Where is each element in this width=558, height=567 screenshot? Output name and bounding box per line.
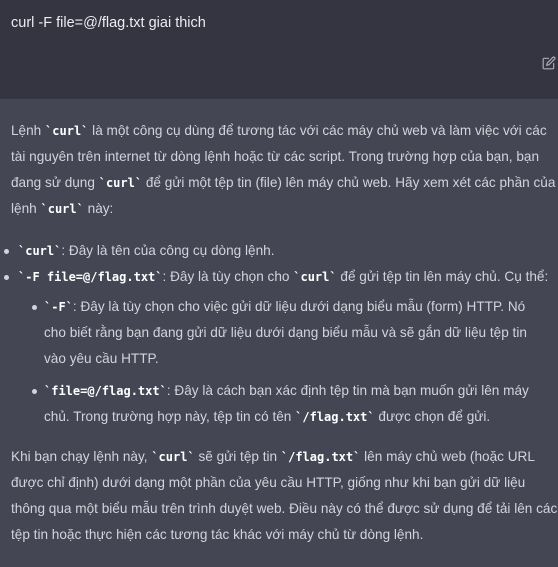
- inline-code: curl: [18, 244, 61, 258]
- inline-code: -F file=@/flag.txt: [18, 270, 163, 284]
- text: : Đây là tùy chọn cho: [162, 269, 294, 284]
- inline-code: curl: [151, 450, 194, 464]
- bullet-list: curl: Đây là tên của công cụ dòng lệnh. …: [4, 238, 558, 430]
- text: sẽ gửi tệp tin: [194, 449, 281, 464]
- inline-code: curl: [293, 270, 336, 284]
- inline-code: file=@/flag.txt: [44, 384, 167, 398]
- inline-code: curl: [40, 202, 83, 216]
- inline-code: /flag.txt: [281, 450, 361, 464]
- inline-code: -F: [44, 300, 73, 314]
- answer-summary-paragraph: Khi bạn chạy lệnh này, curl sẽ gửi tệp t…: [11, 444, 558, 548]
- text: được chọn để gửi.: [374, 409, 491, 424]
- list-item-file-arg: file=@/flag.txt: Đây là cách bạn xác địn…: [32, 378, 532, 430]
- inline-code: curl: [99, 176, 142, 190]
- text: để gửi tệp tin lên máy chủ. Cụ thể:: [336, 269, 549, 284]
- text: Lệnh: [11, 123, 46, 138]
- user-message: curl -F file=@/flag.txt giai thich: [0, 0, 558, 99]
- list-item-option: -F file=@/flag.txt : Đây là tùy chọn cho …: [4, 264, 550, 430]
- answer-intro-paragraph: Lệnh curl là một công cụ dùng để tương t…: [11, 118, 558, 222]
- user-message-text: curl -F file=@/flag.txt giai thich: [11, 15, 206, 31]
- sub-bullet-list: -F: Đây là tùy chọn cho việc gửi dữ liệu…: [18, 294, 550, 430]
- edit-icon[interactable]: [542, 56, 556, 70]
- text: : Đây là tùy chọn cho việc gửi dữ liệu d…: [44, 299, 527, 366]
- text: Khi bạn chạy lệnh này,: [11, 449, 152, 464]
- assistant-answer: Lệnh curl là một công cụ dùng để tương t…: [4, 118, 558, 548]
- list-item-curl: curl: Đây là tên của công cụ dòng lệnh.: [4, 238, 558, 264]
- text: : Đây là tên của công cụ dòng lệnh.: [61, 243, 275, 258]
- inline-code: curl: [45, 124, 88, 138]
- text: này:: [83, 201, 114, 216]
- list-item-form-flag: -F: Đây là tùy chọn cho việc gửi dữ liệu…: [32, 294, 550, 372]
- inline-code: /flag.txt: [295, 410, 375, 424]
